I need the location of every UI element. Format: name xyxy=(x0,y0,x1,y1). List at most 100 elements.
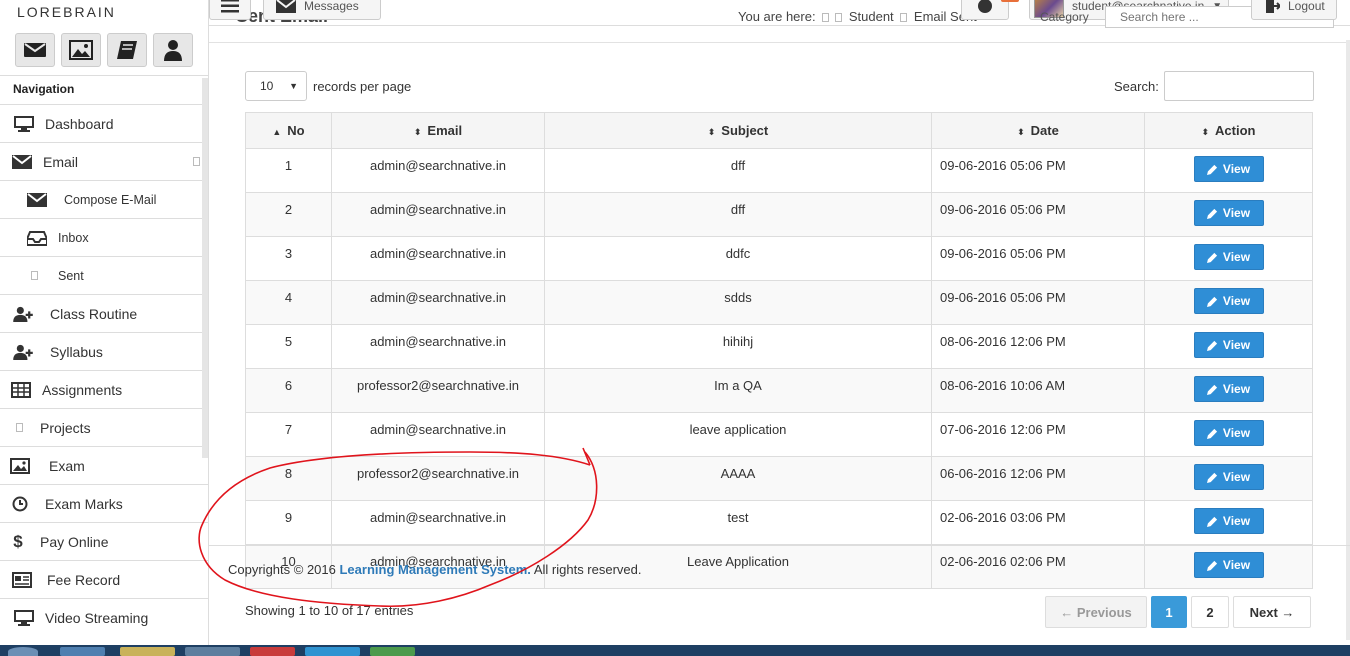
column-header-email[interactable]: ⬍ Email xyxy=(331,112,545,149)
logout-button[interactable]: Logout xyxy=(1251,0,1337,20)
nav-item-sent[interactable]: Sent xyxy=(0,256,208,294)
table-info: Showing 1 to 10 of 17 entries xyxy=(245,603,414,618)
sort-asc-icon: ▲ xyxy=(272,127,282,137)
view-button[interactable]: View xyxy=(1193,156,1264,182)
home-icon xyxy=(822,13,830,22)
caret-down-icon: ▼ xyxy=(289,81,298,91)
view-label: View xyxy=(1222,162,1251,176)
cell-date: 09-06-2016 05:06 PM xyxy=(931,236,1145,281)
notification-badge[interactable] xyxy=(1001,0,1019,2)
cell-date: 06-06-2016 12:06 PM xyxy=(931,456,1145,501)
cell-email: admin@searchnative.in xyxy=(331,324,545,369)
quick-library-button[interactable] xyxy=(107,33,147,67)
messages-button[interactable]: Messages xyxy=(263,0,381,20)
copyright-link[interactable]: Learning Management System. xyxy=(339,562,530,577)
taskbar-app-icon[interactable] xyxy=(370,647,415,656)
nav-item-exam-marks[interactable]: Exam Marks xyxy=(0,484,208,522)
view-label: View xyxy=(1222,558,1251,572)
view-button[interactable]: View xyxy=(1193,244,1264,270)
column-header-label: Subject xyxy=(721,123,769,138)
nav-item-compose-email[interactable]: Compose E-Mail xyxy=(0,180,208,218)
newspaper-icon xyxy=(11,571,33,589)
view-label: View xyxy=(1222,250,1251,264)
column-header-action[interactable]: ⬍ Action xyxy=(1144,112,1313,149)
monitor-icon xyxy=(13,609,35,627)
view-button[interactable]: View xyxy=(1193,464,1264,490)
taskbar-app-icon[interactable] xyxy=(120,647,175,656)
column-header-label: No xyxy=(287,123,305,138)
view-button[interactable]: View xyxy=(1193,288,1264,314)
pencil-icon xyxy=(1206,472,1218,483)
brand-logo[interactable]: LOREBRAIN xyxy=(17,4,116,20)
cell-email: admin@searchnative.in xyxy=(331,412,545,457)
view-button[interactable]: View xyxy=(1193,332,1264,358)
breadcrumb-student[interactable]: Student xyxy=(849,9,894,24)
view-button[interactable]: View xyxy=(1193,376,1264,402)
nav-label: Projects xyxy=(40,419,91,436)
view-button[interactable]: View xyxy=(1193,508,1264,534)
previous-page-button[interactable]: ← Previous xyxy=(1045,596,1147,628)
page-button-2[interactable]: 2 xyxy=(1191,596,1229,628)
page-scrollbar[interactable] xyxy=(1346,40,1350,640)
taskbar-app-icon[interactable] xyxy=(185,647,240,656)
nav-item-video-streaming[interactable]: Video Streaming xyxy=(0,598,208,636)
nav-label: Video Streaming xyxy=(45,609,149,626)
quick-profile-button[interactable] xyxy=(153,33,193,67)
nav-item-class-routine[interactable]: Class Routine xyxy=(0,294,208,332)
navigation-menu: Dashboard Email Compose E-Mail Inbox Sen… xyxy=(0,104,208,636)
column-header-label: Date xyxy=(1030,123,1059,138)
view-button[interactable]: View xyxy=(1193,552,1264,578)
column-header-no[interactable]: ▲ No xyxy=(245,112,332,149)
nav-item-email[interactable]: Email xyxy=(0,142,208,180)
messages-label: Messages xyxy=(304,0,359,13)
menu-toggle-button[interactable] xyxy=(209,0,251,20)
column-header-date[interactable]: ⬍ Date xyxy=(931,112,1145,149)
cell-subject: dff xyxy=(544,192,932,237)
cell-action: View xyxy=(1144,192,1313,237)
column-header-subject[interactable]: ⬍ Subject xyxy=(544,112,932,149)
cell-date: 08-06-2016 10:06 AM xyxy=(931,368,1145,413)
nav-label: Pay Online xyxy=(40,533,109,550)
taskbar-app-icon[interactable] xyxy=(305,647,360,656)
nav-item-inbox[interactable]: Inbox xyxy=(0,218,208,256)
pencil-icon xyxy=(1206,516,1218,527)
pencil-icon xyxy=(1206,428,1218,439)
pencil-icon xyxy=(1206,340,1218,351)
view-button[interactable]: View xyxy=(1193,200,1264,226)
view-button[interactable]: View xyxy=(1193,420,1264,446)
pencil-icon xyxy=(1206,560,1218,571)
nav-item-assignments[interactable]: Assignments xyxy=(0,370,208,408)
nav-item-exam[interactable]: Exam xyxy=(0,446,208,484)
quick-mail-button[interactable] xyxy=(15,33,55,67)
quick-actions xyxy=(15,33,193,67)
language-button[interactable] xyxy=(961,0,1009,20)
cell-no: 3 xyxy=(245,236,332,281)
taskbar-app-icon[interactable] xyxy=(250,647,295,656)
expand-toggle-icon[interactable] xyxy=(193,157,200,166)
cell-subject: sdds xyxy=(544,280,932,325)
table-search-input[interactable] xyxy=(1163,71,1314,101)
sidebar-scrollbar[interactable] xyxy=(202,78,208,458)
clock-icon xyxy=(9,495,31,513)
table-row: 9 admin@searchnative.in test 02-06-2016 … xyxy=(245,500,1313,545)
nav-item-projects[interactable]: Projects xyxy=(0,408,208,446)
view-label: View xyxy=(1222,426,1251,440)
start-button[interactable] xyxy=(8,647,38,656)
table-body: 1 admin@searchnative.in dff 09-06-2016 0… xyxy=(245,148,1313,589)
divider xyxy=(209,42,1350,43)
pencil-icon xyxy=(1206,164,1218,175)
quick-gallery-button[interactable] xyxy=(61,33,101,67)
table-row: 3 admin@searchnative.in ddfc 09-06-2016 … xyxy=(245,236,1313,281)
table-icon xyxy=(10,381,32,399)
view-label: View xyxy=(1222,294,1251,308)
page-length-select[interactable]: 10 ▼ xyxy=(245,71,307,101)
nav-item-fee-record[interactable]: Fee Record xyxy=(0,560,208,598)
taskbar-app-icon[interactable] xyxy=(60,647,105,656)
nav-item-dashboard[interactable]: Dashboard xyxy=(0,104,208,142)
nav-item-pay-online[interactable]: $ Pay Online xyxy=(0,522,208,560)
page-button-1[interactable]: 1 xyxy=(1151,596,1187,628)
navigation-title: Navigation xyxy=(13,82,75,96)
table-row: 4 admin@searchnative.in sdds 09-06-2016 … xyxy=(245,280,1313,325)
next-page-button[interactable]: Next → xyxy=(1233,596,1311,628)
nav-item-syllabus[interactable]: Syllabus xyxy=(0,332,208,370)
